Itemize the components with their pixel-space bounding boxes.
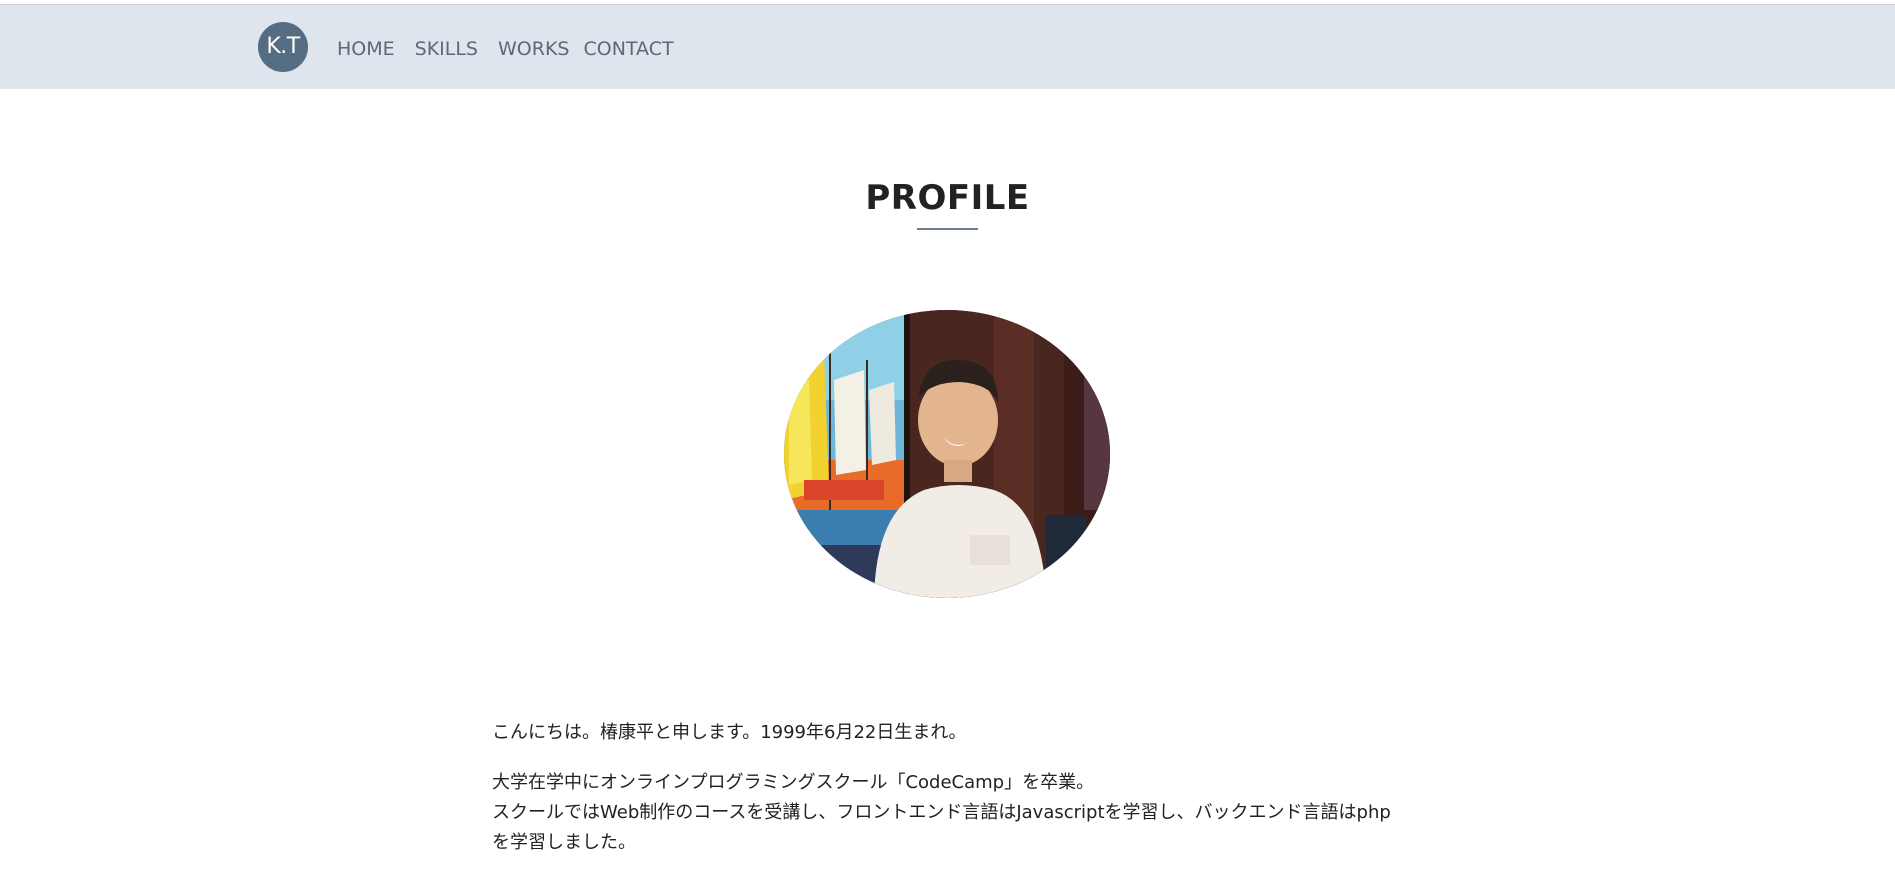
logo[interactable]: K.T: [258, 22, 308, 72]
nav-works[interactable]: WORKS: [498, 38, 569, 60]
education-paragraph: 大学在学中にオンラインプログラミングスクール「CodeCamp」を卒業。 スクー…: [492, 768, 1404, 858]
profile-text: こんにちは。椿康平と申します。1999年6月22日生まれ。 大学在学中にオンライ…: [492, 718, 1404, 878]
intro-paragraph: こんにちは。椿康平と申します。1999年6月22日生まれ。: [492, 722, 967, 743]
title-underline: [917, 228, 978, 230]
education-line-1: 大学在学中にオンラインプログラミングスクール「CodeCamp」を卒業。: [492, 772, 1095, 793]
nav-home[interactable]: HOME: [337, 38, 395, 60]
education-line-2: スクールではWeb制作のコースを受講し、フロントエンド言語はJavascript…: [492, 802, 1391, 853]
nav-contact[interactable]: CONTACT: [583, 38, 673, 60]
nav-skills[interactable]: SKILLS: [415, 38, 478, 60]
profile-photo: [784, 310, 1110, 598]
page-title: PROFILE: [865, 178, 1030, 218]
main-nav: HOME SKILLS WORKS CONTACT: [337, 37, 674, 61]
site-header: K.T HOME SKILLS WORKS CONTACT: [0, 5, 1895, 89]
